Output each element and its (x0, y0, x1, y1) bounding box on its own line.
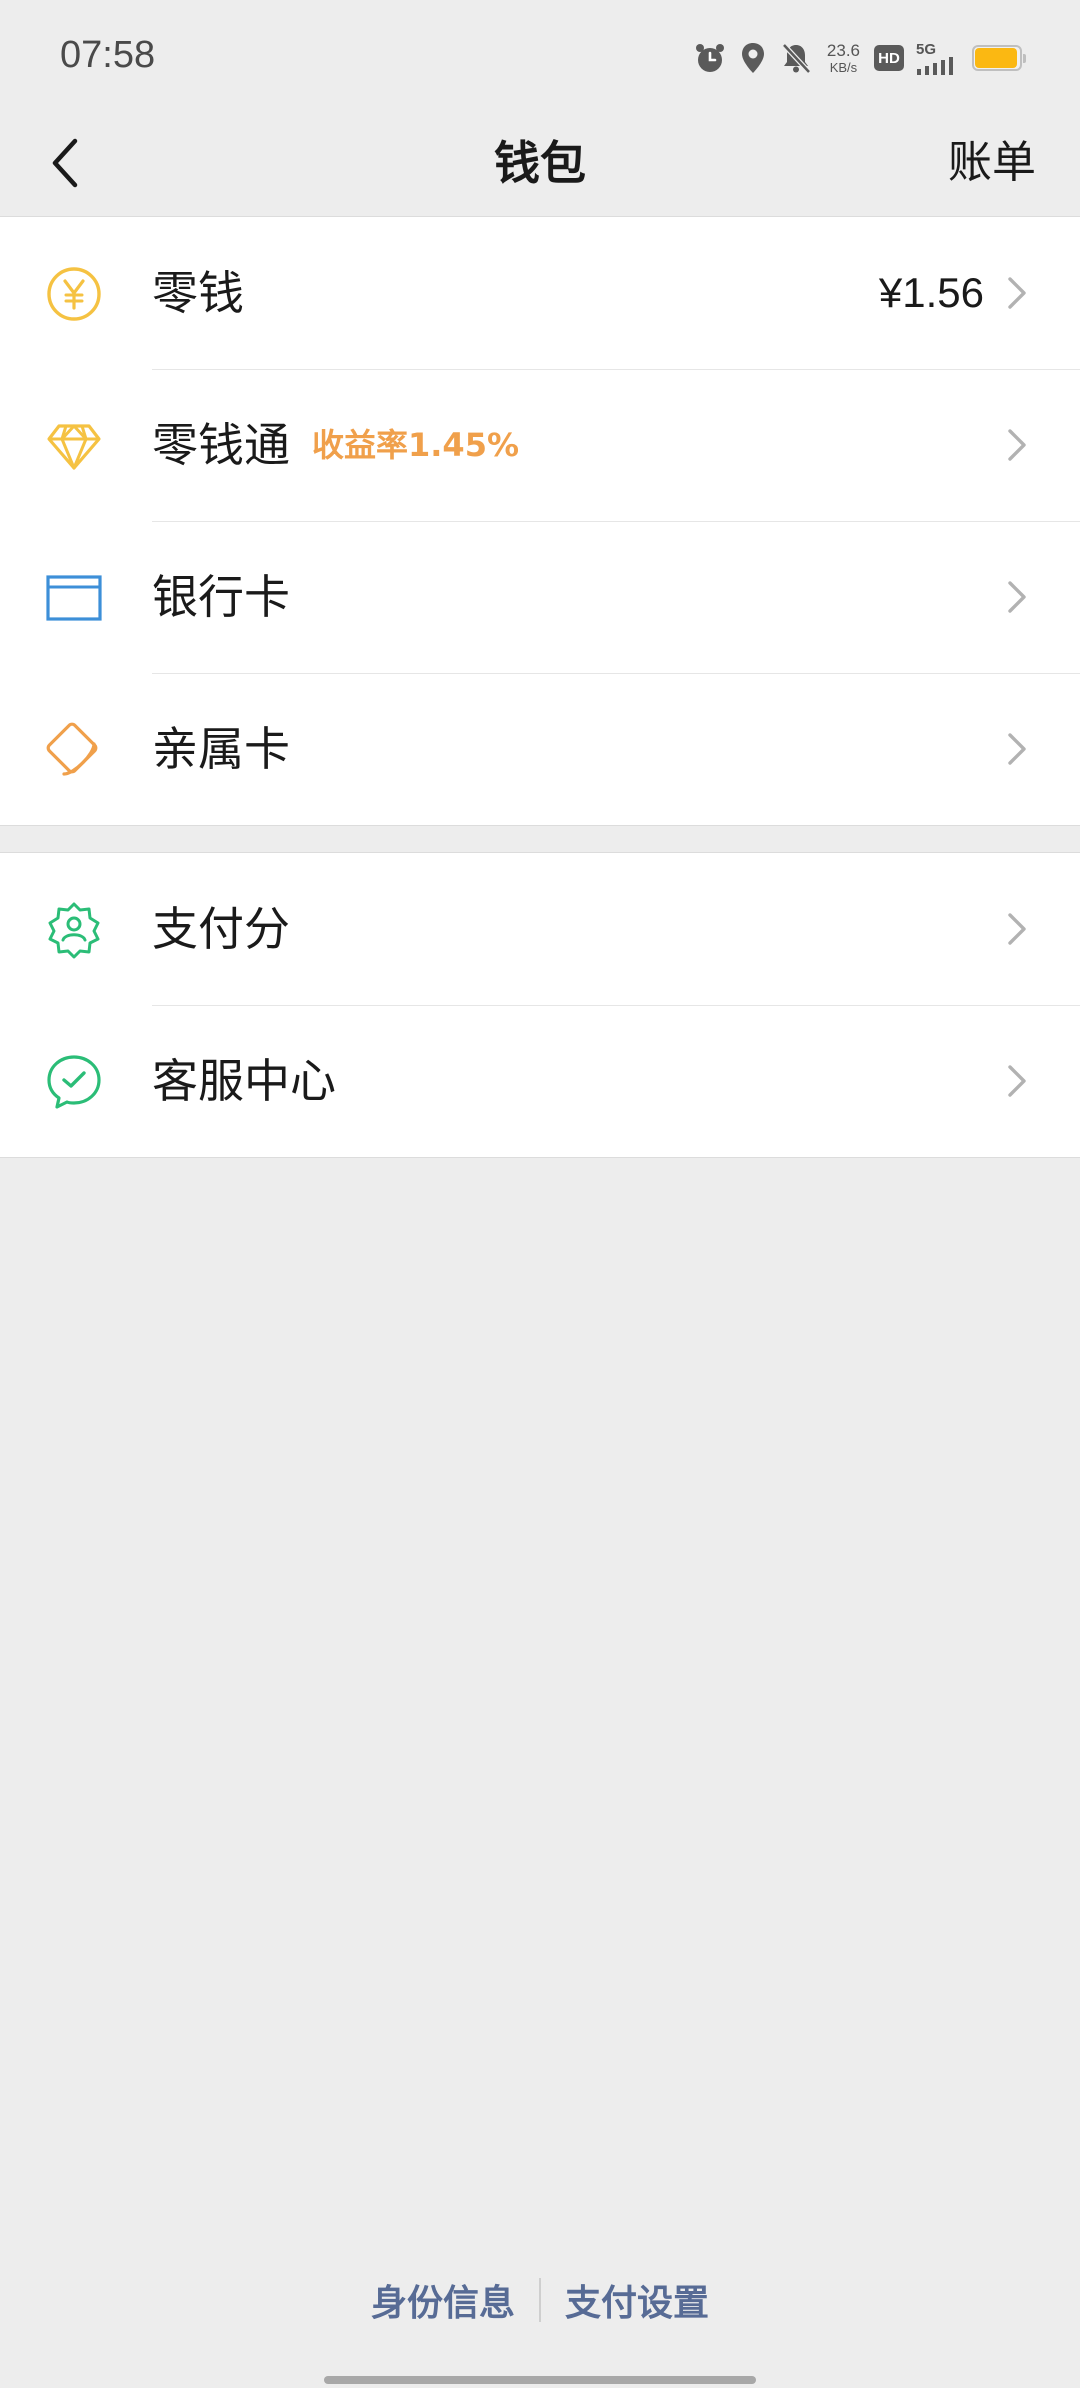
battery-icon (972, 45, 1026, 71)
chevron-right-icon (996, 909, 1036, 949)
chevron-right-icon (996, 273, 1036, 313)
mute-bell-icon (779, 41, 813, 75)
chevron-right-icon (996, 577, 1036, 617)
yield-rate-badge: 收益率1.45% (312, 426, 520, 464)
customer-service-icon (44, 1052, 104, 1112)
battery-fill (975, 48, 1017, 68)
yuan-coin-icon (44, 264, 104, 324)
footer-links: 身份信息 支付设置 (0, 2268, 1080, 2332)
wallet-page: 07:58 23.6 KB/s HD 5G 钱包 账单 零钱 ¥1.56 零钱通… (0, 0, 1080, 2388)
row-label-family-card: 亲属卡 (152, 722, 290, 776)
diamond-icon (44, 416, 104, 476)
network-type-label: 5G (916, 40, 937, 58)
row-label-lingqiantong: 零钱通 (152, 418, 290, 472)
alarm-icon (693, 41, 727, 75)
payment-settings-link[interactable]: 支付设置 (541, 2274, 733, 2326)
status-time: 07:58 (60, 34, 156, 76)
row-customer-service[interactable]: 客服中心 (0, 1005, 1080, 1157)
status-icons: 23.6 KB/s HD 5G (693, 36, 1026, 80)
row-pay-score[interactable]: 支付分 (0, 853, 1080, 1005)
wallet-group-services: 支付分 客服中心 (0, 852, 1080, 1158)
nav-bar: 钱包 账单 (0, 110, 1080, 217)
location-icon (739, 41, 767, 75)
bank-card-icon (44, 568, 104, 628)
hd-badge: HD (874, 45, 904, 71)
page-title: 钱包 (494, 136, 586, 190)
status-bar: 07:58 23.6 KB/s HD 5G (0, 0, 1080, 110)
row-label-customer-service: 客服中心 (152, 1054, 336, 1108)
network-speed-value: 23.6 (826, 41, 860, 60)
signal-bars-icon (917, 56, 953, 75)
network-speed: 23.6 KB/s (827, 42, 860, 74)
chevron-right-icon (996, 729, 1036, 769)
row-label-bank-card: 银行卡 (152, 570, 290, 624)
family-card-icon (44, 720, 104, 780)
home-indicator[interactable] (324, 2376, 756, 2384)
row-family-card[interactable]: 亲属卡 (0, 673, 1080, 825)
chevron-right-icon (996, 1061, 1036, 1101)
battery-cap (1023, 54, 1026, 63)
row-lingqiantong[interactable]: 零钱通 收益率1.45% (0, 369, 1080, 521)
row-label-pay-score: 支付分 (152, 902, 290, 956)
network-speed-unit: KB/s (829, 60, 858, 75)
row-change[interactable]: 零钱 ¥1.56 (0, 217, 1080, 369)
row-label-change: 零钱 (152, 266, 244, 320)
chevron-right-icon (996, 425, 1036, 465)
identity-info-link[interactable]: 身份信息 (347, 2274, 539, 2326)
signal-indicator: 5G (916, 42, 956, 75)
bill-button[interactable]: 账单 (948, 110, 1036, 216)
wallet-group-main: 零钱 ¥1.56 零钱通 收益率1.45% 银行卡 亲属卡 (0, 216, 1080, 826)
change-balance: ¥1.56 (878, 269, 984, 316)
pay-score-icon (44, 900, 104, 960)
row-bank-card[interactable]: 银行卡 (0, 521, 1080, 673)
